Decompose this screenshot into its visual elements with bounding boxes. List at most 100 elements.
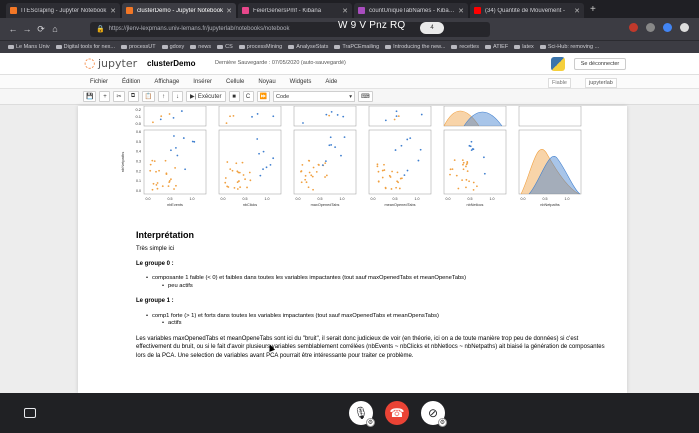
close-icon[interactable]: ✕ (110, 7, 116, 15)
menu-item[interactable]: Fichier (90, 79, 108, 85)
save-icon[interactable]: 💾 (83, 91, 97, 102)
paste-icon[interactable]: 📋 (141, 91, 155, 102)
scatter-point (457, 187, 460, 190)
bookmark-item[interactable]: processMining (238, 44, 282, 50)
bookmark-item[interactable]: Sci-Hub: removing ... (539, 44, 599, 50)
copy-icon[interactable]: ⧉ (127, 91, 139, 102)
close-icon[interactable]: ✕ (458, 7, 464, 15)
y-tick-label: 0.0 (136, 189, 141, 193)
add-cell-icon[interactable]: + (99, 91, 111, 102)
bookmark-item[interactable]: ATIEF (485, 44, 508, 50)
menu-item[interactable]: Noyau (258, 79, 275, 85)
back-icon[interactable]: ← (6, 24, 20, 34)
browser-tab[interactable]: clusterDemo - Jupyter Notebook ✕ (122, 3, 236, 18)
trusted-indicator[interactable]: Fiable (548, 78, 571, 88)
bookmark-item[interactable]: processUT (121, 44, 156, 50)
menu-item[interactable]: Widgets (290, 79, 312, 85)
bookmark-item[interactable]: Le Mans Univ (8, 44, 50, 50)
scatter-point (182, 137, 185, 139)
intro-text: Très simple ici (136, 246, 175, 252)
run-button[interactable]: ▶| Exécuter (186, 91, 226, 102)
bookmark-label: processUT (129, 44, 156, 50)
reload-icon[interactable]: ⟳ (34, 24, 48, 35)
settings-badge-icon[interactable]: ⚙ (366, 418, 375, 427)
microphone-icon: 🎙 (353, 406, 369, 420)
cut-icon[interactable]: ✂ (113, 91, 125, 102)
scatter-point (401, 177, 403, 180)
interrupt-icon[interactable]: ■ (228, 91, 240, 102)
bookmark-item[interactable]: recettes (451, 44, 479, 50)
scatter-point (229, 115, 231, 118)
bookmark-item[interactable]: latex (514, 44, 534, 50)
browser-tab[interactable]: countUniqueTabNames - Kibana ✕ (354, 3, 468, 18)
move-up-icon[interactable]: ↑ (158, 91, 169, 102)
scatter-point (149, 163, 152, 166)
hangup-button[interactable]: ☎ (385, 401, 409, 425)
jupyter-logo-text[interactable]: jupyter (98, 57, 137, 70)
browser-tab[interactable]: (34) Quantité de Mouvement - ✕ (470, 3, 584, 18)
meeting-participant-badge[interactable]: 4 (420, 22, 444, 34)
bookmark-label: ATIEF (493, 44, 509, 50)
y-tick-label: 0.2 (136, 169, 141, 173)
extension-icon[interactable] (663, 23, 672, 32)
scatter-point (259, 174, 262, 177)
bookmark-label: Le Mans Univ (16, 44, 50, 50)
microphone-button[interactable]: 🎙 ⚙ (349, 401, 375, 427)
extension-icon[interactable] (646, 23, 655, 32)
browser-tab[interactable]: ITEScraping - Jupyter Notebook ✕ (6, 3, 120, 18)
forward-icon[interactable]: → (20, 24, 34, 34)
camera-button[interactable]: ⊘ ⚙ (421, 401, 447, 427)
scatter-point (451, 168, 454, 171)
close-icon[interactable]: ✕ (574, 7, 580, 15)
bookmark-item[interactable]: news (190, 44, 211, 50)
scatter-point (158, 169, 160, 172)
menu-item[interactable]: Insérer (193, 79, 212, 85)
logout-button[interactable]: Se déconnecter (574, 58, 626, 70)
extension-icon[interactable] (629, 23, 638, 32)
scatter-point (376, 163, 379, 166)
x-tick-label: 0.5 (168, 197, 173, 201)
bookmark-item[interactable]: AnalyseStats (288, 44, 328, 50)
keyboard-icon[interactable]: ⌨ (358, 91, 373, 102)
kernel-indicator[interactable]: jupyterlab (585, 78, 617, 88)
scatter-point (398, 187, 401, 190)
home-icon[interactable]: ⌂ (48, 24, 62, 34)
browser-tab[interactable]: FeierGenersPmf - Kibana ✕ (238, 3, 352, 18)
new-tab-button[interactable]: + (590, 4, 596, 15)
notebook-name[interactable]: clusterDemo (147, 59, 195, 68)
bookmark-item[interactable]: Digital tools for nex... (55, 44, 115, 50)
jupyter-logo-icon[interactable]: ◌ (84, 56, 95, 71)
menu-item[interactable]: Aide (325, 79, 337, 85)
scatter-point (151, 188, 154, 191)
close-icon[interactable]: ✕ (226, 7, 232, 15)
group1-sublist: actifs (162, 320, 606, 328)
settings-badge-icon[interactable]: ⚙ (438, 418, 447, 427)
menu-item[interactable]: Cellule (226, 79, 244, 85)
scatter-point (383, 169, 386, 171)
chat-icon[interactable] (24, 408, 36, 418)
x-tick-label: 1.0 (265, 197, 270, 201)
menu-item[interactable]: Édition (122, 79, 140, 85)
scatter-point (397, 115, 400, 118)
restart-run-all-icon[interactable]: ⏩ (256, 91, 271, 102)
restart-icon[interactable]: C (242, 91, 254, 102)
scatter-point (472, 148, 475, 151)
list-item: actifs (162, 320, 606, 328)
tab-label: clusterDemo - Jupyter Notebook (137, 7, 224, 14)
close-icon[interactable]: ✕ (342, 7, 348, 15)
profile-avatar[interactable] (680, 23, 689, 32)
cell-type-select[interactable]: Code ▾ (273, 91, 356, 102)
scatter-point (476, 185, 478, 188)
menu-item[interactable]: Affichage (154, 79, 179, 85)
bookmark-item[interactable]: TraPCEmailing (334, 44, 379, 50)
bookmark-item[interactable]: Introducing the new... (385, 44, 445, 50)
bookmark-item[interactable]: CS (217, 44, 233, 50)
bookmark-item[interactable]: gdoxy (161, 44, 184, 50)
scatter-point (469, 145, 472, 148)
markdown-cell[interactable]: Interprétation Très simple ici Le groupe… (136, 230, 606, 366)
scatter-point (482, 156, 485, 159)
scatter-point (241, 161, 244, 164)
scatter-point (449, 168, 452, 171)
scatter-point (315, 170, 318, 173)
move-down-icon[interactable]: ↓ (172, 91, 183, 102)
